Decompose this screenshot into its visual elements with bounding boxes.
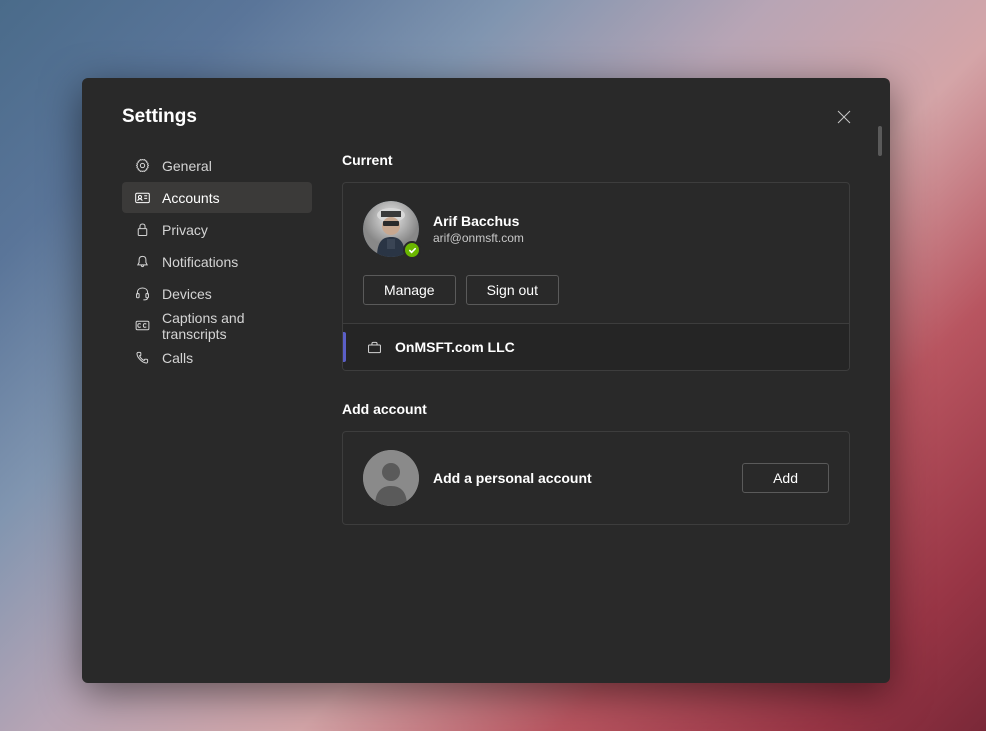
sidebar-item-label: Privacy bbox=[162, 222, 208, 238]
modal-header: Settings bbox=[82, 78, 890, 128]
account-email: arif@onmsft.com bbox=[433, 231, 524, 245]
sidebar-item-label: Calls bbox=[162, 350, 193, 366]
account-actions: Manage Sign out bbox=[363, 275, 829, 305]
close-icon bbox=[837, 110, 851, 127]
modal-body: General Accounts bbox=[82, 150, 890, 683]
bell-icon bbox=[133, 253, 151, 271]
sidebar-item-devices[interactable]: Devices bbox=[122, 278, 312, 309]
headset-icon bbox=[133, 285, 151, 303]
sidebar-item-label: Devices bbox=[162, 286, 212, 302]
gear-icon bbox=[133, 157, 151, 175]
settings-sidebar: General Accounts bbox=[122, 150, 312, 643]
add-button[interactable]: Add bbox=[742, 463, 829, 493]
account-main: Arif Bacchus arif@onmsft.com Manage Sign… bbox=[343, 183, 849, 323]
org-row[interactable]: OnMSFT.com LLC bbox=[343, 323, 849, 370]
lock-icon bbox=[133, 221, 151, 239]
account-info: Arif Bacchus arif@onmsft.com bbox=[363, 201, 829, 257]
sidebar-item-notifications[interactable]: Notifications bbox=[122, 246, 312, 277]
content-area: Current bbox=[342, 150, 850, 643]
id-card-icon bbox=[133, 189, 151, 207]
briefcase-icon bbox=[365, 338, 383, 356]
add-account-left: Add a personal account bbox=[363, 450, 592, 506]
scrollbar-thumb[interactable] bbox=[878, 126, 882, 156]
add-section: Add account Add a personal account bbox=[342, 399, 850, 525]
account-text: Arif Bacchus arif@onmsft.com bbox=[433, 213, 524, 245]
sidebar-item-general[interactable]: General bbox=[122, 150, 312, 181]
org-name: OnMSFT.com LLC bbox=[395, 339, 515, 355]
add-account-card: Add a personal account Add bbox=[342, 431, 850, 525]
avatar-wrapper bbox=[363, 201, 419, 257]
placeholder-avatar-icon bbox=[363, 450, 419, 506]
cc-icon bbox=[133, 317, 151, 335]
sidebar-item-captions[interactable]: Captions and transcripts bbox=[122, 310, 312, 341]
current-account-card: Arif Bacchus arif@onmsft.com Manage Sign… bbox=[342, 182, 850, 371]
add-heading: Add account bbox=[342, 401, 850, 417]
current-heading: Current bbox=[342, 152, 850, 168]
settings-modal: Settings General bbox=[82, 78, 890, 683]
sidebar-item-label: Accounts bbox=[162, 190, 220, 206]
sidebar-item-calls[interactable]: Calls bbox=[122, 342, 312, 373]
sidebar-item-label: General bbox=[162, 158, 212, 174]
phone-icon bbox=[133, 349, 151, 367]
account-name: Arif Bacchus bbox=[433, 213, 524, 229]
manage-button[interactable]: Manage bbox=[363, 275, 456, 305]
sidebar-item-privacy[interactable]: Privacy bbox=[122, 214, 312, 245]
close-button[interactable] bbox=[828, 102, 860, 134]
add-personal-label: Add a personal account bbox=[433, 470, 592, 486]
sidebar-item-label: Notifications bbox=[162, 254, 238, 270]
modal-title: Settings bbox=[122, 106, 197, 128]
sidebar-item-accounts[interactable]: Accounts bbox=[122, 182, 312, 213]
sidebar-item-label: Captions and transcripts bbox=[162, 310, 301, 342]
status-available-icon bbox=[403, 241, 421, 259]
signout-button[interactable]: Sign out bbox=[466, 275, 559, 305]
